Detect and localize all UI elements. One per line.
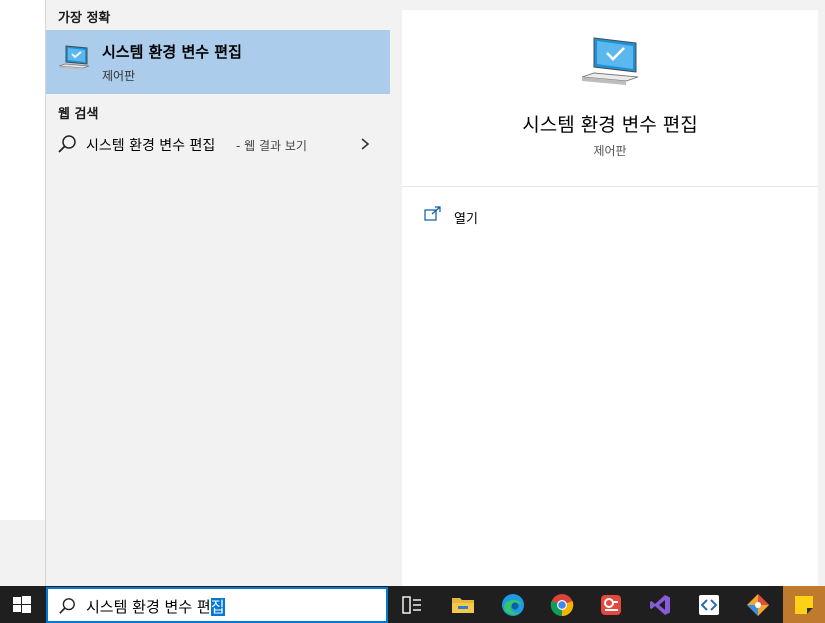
open-action[interactable]: 열기 <box>424 206 544 230</box>
search-icon <box>58 135 76 153</box>
task-view-button[interactable] <box>388 586 436 623</box>
results-pane: 가장 정확 시스템 환경 변수 편집 제어판 웹 검색 시스템 환경 변수 편집… <box>46 0 390 586</box>
chrome-button[interactable] <box>538 586 586 623</box>
task-view-icon <box>402 595 421 614</box>
desktop-background <box>0 0 45 586</box>
taskbar-search-box[interactable]: 시스템 환경 변수 편집 <box>46 587 388 623</box>
presentation-app-button[interactable] <box>587 586 635 623</box>
search-selected-text: 집 <box>210 598 225 616</box>
open-label: 열기 <box>454 212 478 227</box>
chrome-icon <box>550 593 574 616</box>
web-result-query: 시스템 환경 변수 편집 <box>86 138 216 154</box>
visual-studio-button[interactable] <box>636 586 684 623</box>
taskbar: 시스템 환경 변수 편집 <box>0 586 825 623</box>
code-editor-button[interactable] <box>685 586 733 623</box>
search-icon <box>59 598 75 614</box>
search-panel: 가장 정확 시스템 환경 변수 편집 제어판 웹 검색 시스템 환경 변수 편집… <box>45 0 825 586</box>
file-explorer-button[interactable] <box>439 586 487 623</box>
start-button[interactable] <box>0 586 45 623</box>
visual-studio-icon <box>650 594 670 615</box>
powerpoint-like-icon <box>601 594 621 615</box>
preview-title: 시스템 환경 변수 편집 <box>522 114 698 136</box>
open-external-icon <box>424 206 441 221</box>
best-match-title: 시스템 환경 변수 편집 <box>102 43 242 61</box>
sticky-notes-button[interactable] <box>783 586 825 623</box>
best-match-subtitle: 제어판 <box>102 69 136 83</box>
search-input[interactable]: 시스템 환경 변수 편집 <box>86 596 225 617</box>
search-text: 시스템 환경 변수 편 <box>86 598 211 616</box>
code-editor-icon <box>699 594 719 615</box>
sticky-notes-icon <box>795 595 813 614</box>
edge-button[interactable] <box>489 586 537 623</box>
windows-logo-icon <box>13 596 31 613</box>
preview-pane: 시스템 환경 변수 편집 제어판 열기 <box>402 10 818 586</box>
git-client-button[interactable] <box>734 586 782 623</box>
edge-icon <box>502 593 524 616</box>
best-match-header: 가장 정확 <box>58 11 111 26</box>
preview-divider <box>402 186 818 187</box>
file-explorer-icon <box>452 597 474 613</box>
desktop-background-lower <box>0 520 45 586</box>
web-search-result[interactable]: 시스템 환경 변수 편집 - 웹 결과 보기 <box>46 128 390 160</box>
monitor-check-icon <box>581 37 639 85</box>
best-match-item[interactable]: 시스템 환경 변수 편집 제어판 <box>46 30 390 94</box>
web-result-suffix: - 웹 결과 보기 <box>236 139 307 153</box>
monitor-check-icon <box>58 45 90 70</box>
web-search-header: 웹 검색 <box>58 107 99 122</box>
preview-subtitle: 제어판 <box>593 144 627 158</box>
chevron-right-icon[interactable] <box>358 136 372 152</box>
git-icon <box>747 593 769 616</box>
